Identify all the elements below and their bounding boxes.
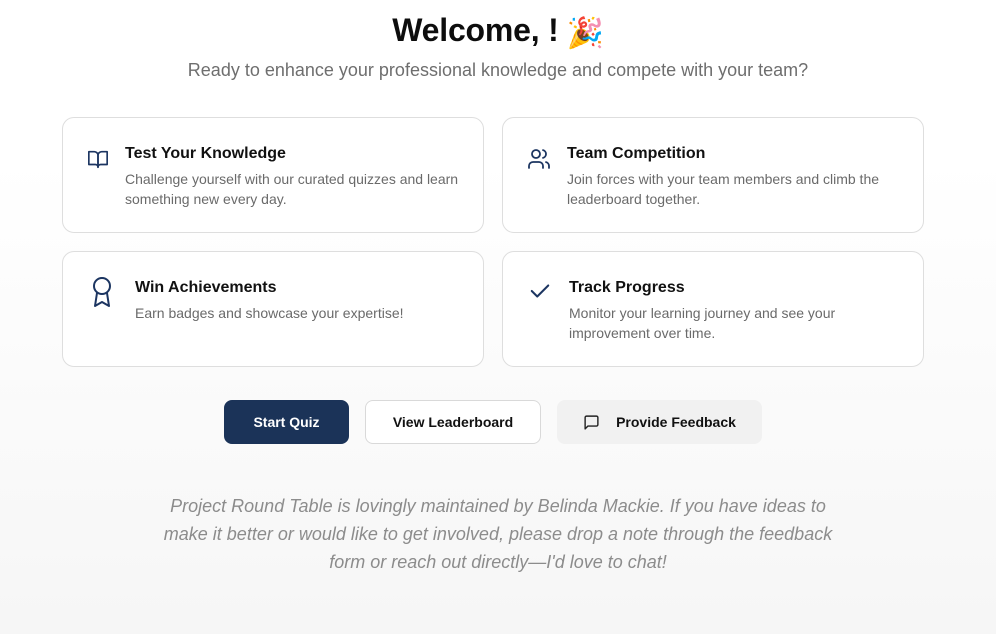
view-leaderboard-label: View Leaderboard bbox=[392, 414, 514, 430]
feature-description: Challenge yourself with our curated quiz… bbox=[125, 171, 459, 207]
feature-card-test-knowledge: Test Your Knowledge Challenge yourself w… bbox=[62, 117, 484, 233]
book-open-icon bbox=[87, 148, 109, 170]
users-icon bbox=[527, 147, 551, 171]
feature-card-win-achievements: Win Achievements Earn badges and showcas… bbox=[62, 251, 484, 367]
page-title: Welcome, ! 🎉 bbox=[0, 10, 996, 54]
award-icon bbox=[90, 276, 114, 308]
provide-feedback-button[interactable]: Provide Feedback bbox=[557, 400, 762, 444]
feature-card-track-progress: Track Progress Monitor your learning jou… bbox=[502, 251, 924, 367]
feature-description: Monitor your learning journey and see yo… bbox=[569, 305, 836, 341]
feature-title: Win Achievements bbox=[135, 279, 277, 296]
maintainer-note: Project Round Table is lovingly maintain… bbox=[163, 496, 833, 572]
feature-description: Earn badges and showcase your expertise! bbox=[135, 305, 404, 321]
welcome-page: Welcome, ! 🎉 Ready to enhance your profes… bbox=[0, 0, 996, 634]
view-leaderboard-button[interactable]: View Leaderboard bbox=[365, 400, 541, 444]
start-quiz-button[interactable]: Start Quiz bbox=[224, 400, 349, 444]
party-popper-icon: 🎉 bbox=[566, 17, 604, 50]
check-icon bbox=[529, 280, 551, 302]
feature-card-team-competition: Team Competition Join forces with your t… bbox=[502, 117, 924, 233]
welcome-text: Welcome, ! bbox=[392, 12, 559, 48]
feature-title: Team Competition bbox=[567, 145, 706, 162]
start-quiz-label: Start Quiz bbox=[253, 414, 320, 430]
feature-title: Track Progress bbox=[569, 279, 685, 296]
feature-description: Join forces with your team members and c… bbox=[567, 171, 880, 207]
message-square-icon bbox=[583, 414, 600, 431]
page-subtitle: Ready to enhance your professional knowl… bbox=[187, 60, 809, 80]
feature-title: Test Your Knowledge bbox=[125, 145, 286, 162]
provide-feedback-label: Provide Feedback bbox=[616, 414, 736, 430]
